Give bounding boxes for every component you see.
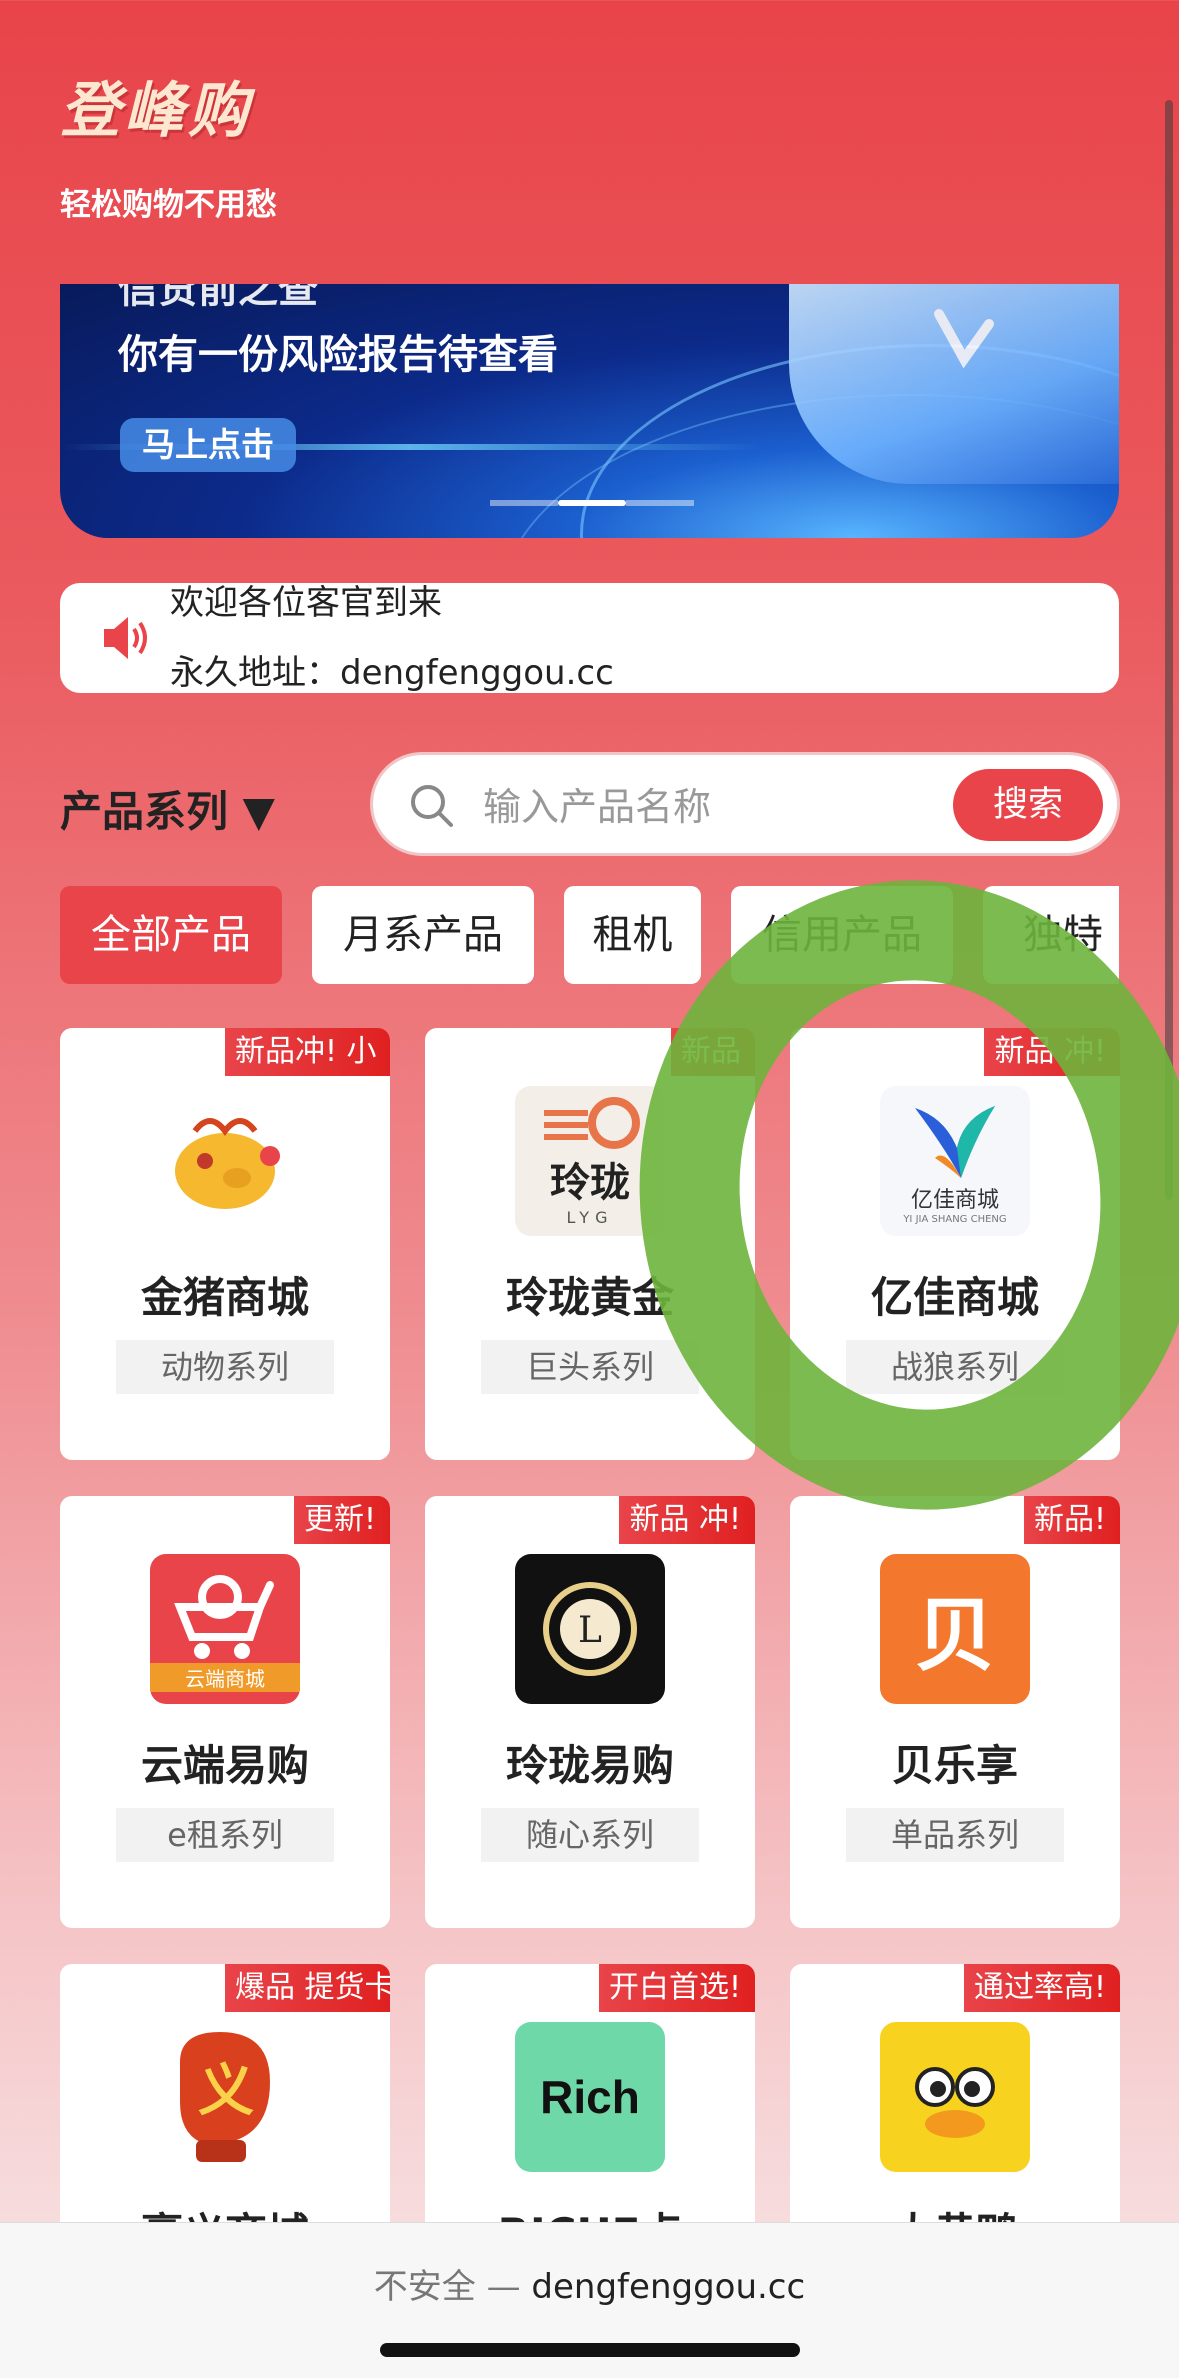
carousel-dot[interactable] bbox=[626, 500, 694, 506]
boxing-glove-logo-icon: 义 bbox=[150, 2022, 300, 2172]
logo-text: 贝 bbox=[915, 1589, 995, 1682]
notice-line: 永久地址：dengfenggou.cc bbox=[170, 653, 614, 693]
app-title: 登峰购 bbox=[60, 76, 252, 146]
header: 登峰购 轻松购物不用愁 bbox=[60, 62, 277, 224]
product-badge: 爆品 提货卡 bbox=[225, 1964, 390, 2012]
carousel-dot[interactable] bbox=[490, 500, 558, 506]
cloud-cart-logo-icon: 云端商城 bbox=[150, 1554, 300, 1704]
linglong-emblem-logo-icon: L bbox=[515, 1554, 665, 1704]
product-series-tag: 随心系列 bbox=[481, 1808, 699, 1862]
product-card[interactable]: 新品 冲! L 玲珑易购 随心系列 bbox=[425, 1496, 755, 1928]
product-series-tag: 巨头系列 bbox=[481, 1340, 699, 1394]
logo-text: 义 bbox=[198, 2059, 254, 2124]
logo-text: 玲珑 bbox=[550, 1159, 630, 1206]
banner-click-button[interactable]: 马上点击 bbox=[120, 418, 296, 472]
speaker-icon bbox=[100, 613, 152, 667]
beile-logo-icon: 贝 bbox=[880, 1554, 1030, 1704]
svg-text:L: L bbox=[578, 1610, 602, 1651]
product-badge: 新品冲! 小 bbox=[225, 1028, 390, 1076]
cloud-icon bbox=[789, 284, 1119, 484]
notice-line: 欢迎各位客官到来 bbox=[170, 583, 442, 623]
carousel-dot-active[interactable] bbox=[558, 500, 626, 506]
notice-bar: 欢迎各位客官到来 永久地址：dengfenggou.cc bbox=[60, 583, 1119, 693]
product-name: 贝乐享 bbox=[891, 1741, 1018, 1790]
banner-title: 信贷前之查 bbox=[118, 284, 318, 312]
product-series-tag: e租系列 bbox=[116, 1808, 334, 1862]
search-bar: 搜索 bbox=[370, 752, 1120, 856]
app-subtitle: 轻松购物不用愁 bbox=[60, 187, 277, 223]
search-icon bbox=[409, 783, 455, 833]
product-name: 金猪商城 bbox=[140, 1273, 309, 1322]
series-dropdown[interactable]: 产品系列 ▼ bbox=[60, 778, 275, 839]
product-badge: 新品! bbox=[1023, 1496, 1120, 1544]
insecure-label: 不安全 — bbox=[373, 2267, 532, 2307]
product-badge: 开白首选! bbox=[598, 1964, 755, 2012]
browser-address-bar[interactable]: 不安全 — dengfenggou.cc bbox=[0, 2222, 1179, 2378]
product-badge: 通过率高! bbox=[963, 1964, 1120, 2012]
yellow-duck-logo-icon bbox=[880, 2022, 1030, 2172]
logo-text: 云端商城 bbox=[150, 1662, 300, 1692]
url-domain: dengfenggou.cc bbox=[531, 2267, 806, 2307]
notice-ticker: 欢迎各位客官到来 永久地址：dengfenggou.cc bbox=[170, 583, 1070, 693]
logo-text: Rich bbox=[540, 2071, 640, 2123]
promo-banner[interactable]: 信贷前之查 你有一份风险报告待查看 马上点击 bbox=[60, 284, 1119, 538]
product-name: 玲珑易购 bbox=[505, 1741, 674, 1790]
logo-text: LYG bbox=[566, 1207, 614, 1227]
product-series-tag: 动物系列 bbox=[116, 1340, 334, 1394]
banner-text: 你有一份风险报告待查看 bbox=[118, 332, 558, 378]
tab-phone-rental[interactable]: 租机 bbox=[564, 886, 701, 984]
product-name: 云端易购 bbox=[140, 1741, 309, 1790]
search-button[interactable]: 搜索 bbox=[953, 769, 1103, 841]
tab-monthly-products[interactable]: 月系产品 bbox=[312, 886, 534, 984]
search-input[interactable] bbox=[483, 779, 903, 835]
golden-pig-logo-icon bbox=[150, 1086, 300, 1236]
rich-logo-icon: Rich bbox=[515, 2022, 665, 2172]
product-series-tag: 单品系列 bbox=[846, 1808, 1064, 1862]
product-badge: 新品 冲! bbox=[619, 1496, 755, 1544]
carousel-indicator[interactable] bbox=[490, 500, 694, 506]
url-display[interactable]: 不安全 — dengfenggou.cc bbox=[0, 2259, 1179, 2308]
tab-all-products[interactable]: 全部产品 bbox=[60, 886, 282, 984]
product-card[interactable]: 更新! 云端商城 云端易购 e租系列 bbox=[60, 1496, 390, 1928]
home-indicator[interactable] bbox=[380, 2343, 800, 2357]
product-badge: 更新! bbox=[293, 1496, 390, 1544]
product-card[interactable]: 新品冲! 小 金猪商城 动物系列 bbox=[60, 1028, 390, 1460]
scrollbar[interactable] bbox=[1165, 100, 1173, 1200]
product-card[interactable]: 新品! 贝 贝乐享 单品系列 bbox=[790, 1496, 1120, 1928]
